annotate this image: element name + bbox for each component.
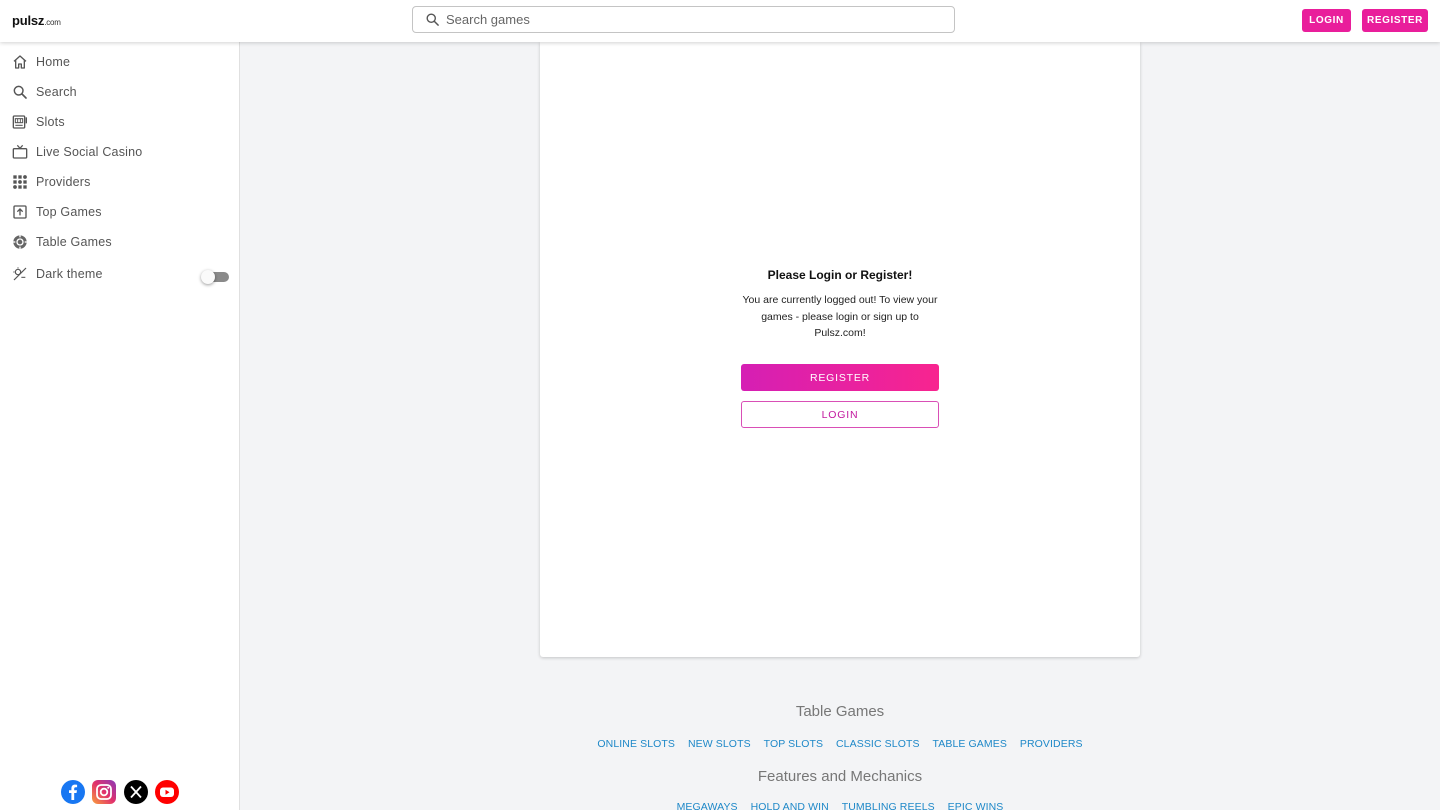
sidebar-item-label: Table Games [36,235,112,249]
footer-link-megaways[interactable]: MEGAWAYS [677,801,738,810]
footer-section-title-table-games: Table Games [795,703,885,720]
sidebar-item-table-games[interactable]: Table Games [0,228,239,256]
sidebar-item-label: Home [36,55,71,69]
search-icon [13,85,27,99]
toggle-knob [201,270,215,284]
card-login-button[interactable]: LOGIN [741,401,939,428]
tv-icon [12,144,28,159]
footer-links-row-1: ONLINE SLOTS NEW SLOTS TOP SLOTS CLASSIC… [540,738,1140,750]
sidebar-item-live-social-casino[interactable]: Live Social Casino [0,138,239,166]
footer-section-title-features: Features and Mechanics [757,768,923,785]
sidebar-item-label: Providers [36,175,91,189]
facebook-icon[interactable] [61,780,85,804]
sidebar-item-label: Live Social Casino [36,145,143,159]
instagram-icon[interactable] [92,780,116,804]
search-bar[interactable] [412,6,955,33]
card-register-button[interactable]: REGISTER [741,364,939,391]
arrow-up-box-icon [13,205,27,219]
sidebar-item-label: Search [36,85,77,99]
footer-link-classic-slots[interactable]: CLASSIC SLOTS [836,738,920,750]
chip-icon [13,235,27,249]
youtube-icon[interactable] [155,780,179,804]
sidebar-item-providers[interactable]: Providers [0,168,239,196]
sidebar-item-search[interactable]: Search [0,78,239,106]
footer-link-providers[interactable]: PROVIDERS [1020,738,1083,750]
sidebar-item-top-games[interactable]: Top Games [0,198,239,226]
slots-icon [12,115,27,129]
sidebar-item-slots[interactable]: Slots [0,108,239,136]
footer-link-new-slots[interactable]: NEW SLOTS [688,738,751,750]
footer-link-tumbling-reels[interactable]: TUMBLING REELS [842,801,935,810]
pulsz-logo[interactable]: pulsz.com [12,13,61,28]
theme-icon [13,267,27,281]
dark-theme-label: Dark theme [36,267,103,281]
home-icon [13,55,27,69]
dark-theme-toggle[interactable] [201,270,229,284]
header-register-button[interactable]: REGISTER [1362,9,1428,32]
footer-links-row-2: MEGAWAYS HOLD AND WIN TUMBLING REELS EPI… [540,801,1140,810]
search-icon [426,13,439,26]
footer-link-table-games[interactable]: TABLE GAMES [933,738,1007,750]
sidebar: Home Search Slots Live Social Casino Pro… [0,42,240,810]
top-bar: pulsz.com LOGIN REGISTER [0,0,1440,42]
footer-link-online-slots[interactable]: ONLINE SLOTS [597,738,675,750]
search-input[interactable] [446,12,916,27]
logo-suffix: .com [44,18,61,27]
header-login-button[interactable]: LOGIN [1302,9,1351,32]
footer-link-epic-wins[interactable]: EPIC WINS [948,801,1004,810]
x-icon[interactable] [124,780,148,804]
card-title: Please Login or Register! [767,268,913,282]
footer-link-top-slots[interactable]: TOP SLOTS [764,738,823,750]
logo-text: pulsz [12,13,45,28]
card-message: You are currently logged out! To view yo… [742,294,938,339]
sidebar-item-home[interactable]: Home [0,48,239,76]
sidebar-item-label: Slots [36,115,65,129]
login-prompt-card: Please Login or Register! You are curren… [540,42,1140,657]
footer-link-hold-and-win[interactable]: HOLD AND WIN [751,801,829,810]
sidebar-item-label: Top Games [36,205,102,219]
grid-icon [13,175,27,189]
